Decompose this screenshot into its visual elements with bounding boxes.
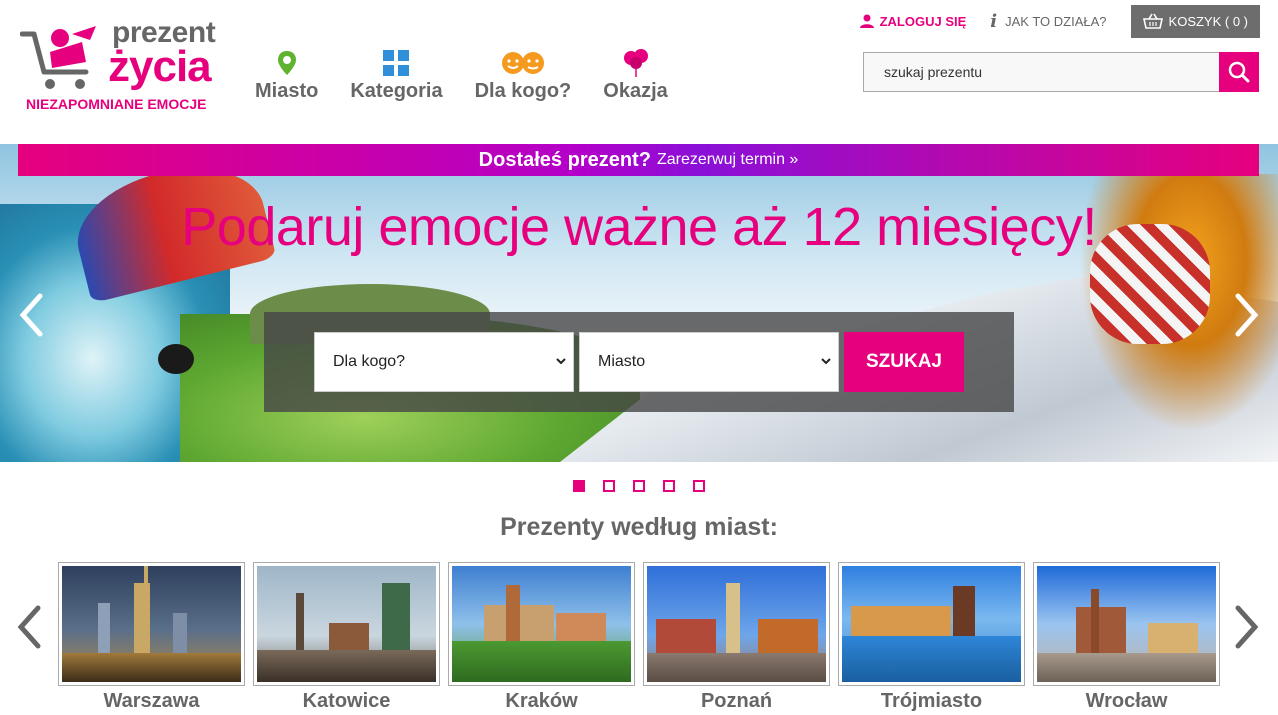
city-image: [58, 562, 245, 686]
login-link[interactable]: ZALOGUJ SIĘ: [859, 13, 967, 29]
gift-finder: Dla kogo? Miasto SZUKAJ: [264, 312, 1014, 412]
city-image: [253, 562, 440, 686]
promo-strong-text: Dostałeś prezent?: [478, 148, 651, 171]
how-it-works-link[interactable]: i JAK TO DZIAŁA?: [990, 11, 1106, 32]
info-icon: i: [990, 10, 998, 32]
nav-miasto-label: Miasto: [255, 80, 319, 102]
logo-tagline: NIEZAPOMNIANE EMOCJE: [26, 96, 207, 112]
cities-carousel: Warszawa Katowice Kraków Poznań Trójmias…: [58, 562, 1228, 712]
header: prezent życia NIEZAPOMNIANE EMOCJE Miast…: [0, 0, 1278, 144]
slider-dot-5[interactable]: [693, 480, 705, 492]
promo-link-text: Zarezerwuj termin »: [656, 151, 799, 168]
slider-dot-4[interactable]: [663, 480, 675, 492]
cities-next-arrow[interactable]: [1232, 602, 1262, 652]
select-recipient-value: Dla kogo?: [333, 353, 406, 370]
select-city-value: Miasto: [598, 353, 646, 370]
hero-banner: [0, 144, 1278, 462]
map-pin-icon: [277, 48, 297, 78]
site-logo[interactable]: prezent życia NIEZAPOMNIANE EMOCJE: [20, 16, 240, 116]
logo-text-zycia: życia: [108, 42, 212, 91]
select-city[interactable]: Miasto: [579, 332, 839, 392]
search-input[interactable]: [863, 52, 1219, 92]
chevron-right-icon: [1235, 605, 1259, 649]
slider-dots: [573, 480, 723, 492]
search-button[interactable]: [1219, 52, 1259, 92]
hero-prev-arrow[interactable]: [16, 290, 46, 340]
cities-prev-arrow[interactable]: [14, 602, 44, 652]
chevron-down-icon: [556, 358, 566, 365]
nav-okazja[interactable]: Okazja: [603, 48, 668, 108]
basket-icon: [1142, 13, 1163, 29]
faces-icon: [499, 48, 547, 78]
city-card-warszawa[interactable]: Warszawa: [58, 562, 245, 712]
city-name: Kraków: [505, 690, 578, 712]
city-name: Warszawa: [103, 690, 200, 712]
city-name: Poznań: [700, 690, 773, 712]
gift-box-icon: [382, 48, 410, 78]
city-card-trojmiasto[interactable]: Trójmiasto: [838, 562, 1025, 712]
city-name: Trójmiasto: [880, 690, 983, 712]
nav-kategoria-label: Kategoria: [350, 80, 443, 102]
chevron-left-icon: [19, 293, 43, 337]
hero-paraglider-pilot: [158, 344, 194, 374]
city-image: [838, 562, 1025, 686]
nav-okazja-label: Okazja: [603, 80, 668, 102]
city-name: Katowice: [302, 690, 391, 712]
chevron-right-icon: [1235, 293, 1259, 337]
slider-dot-3[interactable]: [633, 480, 645, 492]
slider-dot-2[interactable]: [603, 480, 615, 492]
slider-dot-1[interactable]: [573, 480, 585, 492]
top-bar: ZALOGUJ SIĘ i JAK TO DZIAŁA? KOSZYK ( 0 …: [859, 4, 1260, 38]
search-icon: [1228, 61, 1250, 83]
city-name: Wrocław: [1085, 690, 1168, 712]
cart-logo-icon: [20, 26, 96, 89]
city-image: [448, 562, 635, 686]
cities-section-title: Prezenty według miast:: [500, 513, 778, 541]
balloons-icon: [622, 48, 650, 78]
cart-button[interactable]: KOSZYK ( 0 ): [1130, 4, 1260, 38]
city-card-poznan[interactable]: Poznań: [643, 562, 830, 712]
nav-miasto[interactable]: Miasto: [255, 48, 318, 108]
user-icon: [859, 14, 874, 28]
select-recipient[interactable]: Dla kogo?: [314, 332, 574, 392]
hero-headline: Podaruj emocje ważne aż 12 miesięcy!: [181, 197, 1097, 257]
login-label: ZALOGUJ SIĘ: [879, 13, 967, 29]
nav-dla-kogo-label: Dla kogo?: [474, 80, 572, 102]
hero-next-arrow[interactable]: [1232, 290, 1262, 340]
nav-kategoria[interactable]: Kategoria: [350, 48, 443, 108]
city-image: [643, 562, 830, 686]
main-nav: Miasto Kategoria Dla kogo? Okazja: [255, 48, 700, 108]
cart-label: KOSZYK ( 0 ): [1168, 13, 1248, 29]
city-card-wroclaw[interactable]: Wrocław: [1033, 562, 1220, 712]
how-it-works-label: JAK TO DZIAŁA?: [1005, 13, 1107, 29]
search-submit-button[interactable]: SZUKAJ: [844, 332, 964, 392]
city-card-krakow[interactable]: Kraków: [448, 562, 635, 712]
chevron-left-icon: [17, 605, 41, 649]
chevron-down-icon: [821, 358, 831, 365]
city-image: [1033, 562, 1220, 686]
nav-dla-kogo[interactable]: Dla kogo?: [474, 48, 572, 108]
search-bar: [863, 52, 1259, 92]
city-card-katowice[interactable]: Katowice: [253, 562, 440, 712]
promo-reserve-banner[interactable]: Dostałeś prezent? Zarezerwuj termin »: [18, 144, 1259, 176]
